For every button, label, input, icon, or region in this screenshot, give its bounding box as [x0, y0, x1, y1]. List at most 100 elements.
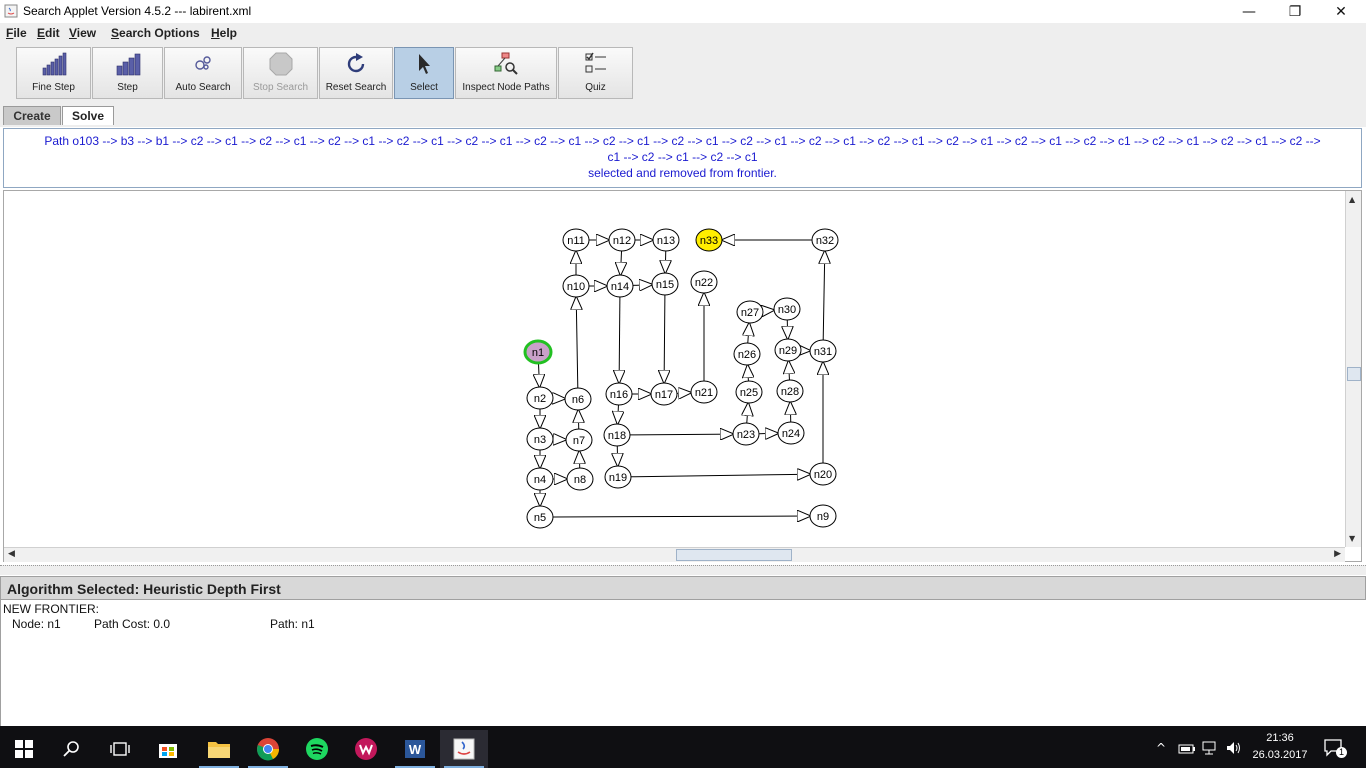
chevron-up-icon[interactable]: ^ [1156, 741, 1166, 755]
edge-n12-n14[interactable] [620, 250, 621, 275]
tab-solve[interactable]: Solve [62, 106, 114, 125]
node-n20[interactable]: n20 [809, 462, 837, 486]
node-n9[interactable]: n9 [809, 504, 837, 528]
menu-help[interactable]: Help [211, 26, 237, 40]
chrome-icon[interactable] [244, 730, 292, 768]
menu-edit[interactable]: Edit [37, 26, 60, 40]
node-n16[interactable]: n16 [605, 382, 633, 406]
graph-canvas[interactable]: n1 n2 n3 n4 n5 n6 n7 n8 n9 n10 n11 n12 n13 n14 n15 n16 n… [3, 190, 1362, 562]
reset-search-button[interactable]: Reset Search [319, 47, 393, 99]
node-n21[interactable]: n21 [690, 380, 718, 404]
scroll-right-icon[interactable]: ▶ [1334, 549, 1341, 559]
minimize-button[interactable]: — [1226, 0, 1272, 23]
node-n33[interactable]: n33 [695, 228, 723, 252]
edge-n19-n20[interactable] [630, 474, 810, 477]
edge-n1-n2[interactable] [538, 362, 539, 387]
task-view-icon[interactable] [96, 730, 144, 768]
node-n4[interactable]: n4 [526, 467, 554, 491]
node-n30[interactable]: n30 [773, 297, 801, 321]
word-icon[interactable]: W [391, 730, 439, 768]
node-n6[interactable]: n6 [564, 387, 592, 411]
node-label-n1: n1 [532, 347, 544, 359]
edge-n14-n16[interactable] [619, 296, 620, 383]
edge-n28-n29[interactable] [789, 361, 790, 381]
clock[interactable]: 21:36 26.03.2017 [1246, 730, 1314, 766]
node-n25[interactable]: n25 [735, 380, 763, 404]
edge-n25-n26[interactable] [748, 365, 749, 382]
java-icon[interactable] [440, 730, 488, 768]
edge-n6-n10[interactable] [576, 297, 578, 389]
edge-n13-n15[interactable] [665, 250, 666, 273]
node-n11[interactable]: n11 [562, 228, 590, 252]
menu-view[interactable]: View [69, 26, 96, 40]
node-n26[interactable]: n26 [733, 342, 761, 366]
edge-n15-n17[interactable] [664, 294, 665, 383]
vertical-scroll-thumb[interactable] [1347, 367, 1361, 381]
tab-create[interactable]: Create [3, 106, 61, 125]
store-icon[interactable] [144, 730, 192, 768]
node-n23[interactable]: n23 [732, 422, 760, 446]
node-n10[interactable]: n10 [562, 274, 590, 298]
node-n17[interactable]: n17 [650, 382, 678, 406]
wondershare-icon[interactable] [342, 730, 390, 768]
edge-n31-n32[interactable] [823, 251, 825, 341]
node-label-n31: n31 [814, 346, 832, 358]
search-icon[interactable] [48, 730, 96, 768]
edge-n16-n18[interactable] [618, 404, 619, 424]
horizontal-scrollbar[interactable]: ◀ ▶ [4, 547, 1345, 562]
maximize-button[interactable]: ❐ [1272, 0, 1318, 23]
stop-search-button[interactable]: Stop Search [243, 47, 318, 99]
node-n19[interactable]: n19 [604, 465, 632, 489]
node-n32[interactable]: n32 [811, 228, 839, 252]
spotify-icon[interactable] [293, 730, 341, 768]
node-n28[interactable]: n28 [776, 379, 804, 403]
windows-start-icon[interactable] [0, 730, 48, 768]
vertical-scrollbar[interactable]: ▲ ▼ [1345, 191, 1361, 547]
node-n5[interactable]: n5 [526, 505, 554, 529]
scroll-left-icon[interactable]: ◀ [8, 549, 15, 559]
node-n15[interactable]: n15 [651, 272, 679, 296]
node-n24[interactable]: n24 [777, 421, 805, 445]
edge-n5-n9[interactable] [552, 516, 810, 517]
node-n29[interactable]: n29 [774, 338, 802, 362]
edge-n27-n30[interactable] [763, 310, 774, 311]
search-graph[interactable]: n1 n2 n3 n4 n5 n6 n7 n8 n9 n10 n11 n12 n13 n14 n15 n16 n… [4, 191, 1346, 547]
node-n1[interactable]: n1 [523, 339, 553, 365]
volume-icon[interactable] [1226, 740, 1242, 759]
quiz-button[interactable]: Quiz [558, 47, 633, 99]
node-n7[interactable]: n7 [565, 428, 593, 452]
auto-search-button[interactable]: Auto Search [164, 47, 242, 99]
horizontal-scroll-thumb[interactable] [676, 549, 792, 561]
notifications-icon[interactable]: 1 [1324, 739, 1347, 761]
node-n22[interactable]: n22 [690, 270, 718, 294]
edge-n23-n25[interactable] [747, 403, 748, 424]
algorithm-header: Algorithm Selected: Heuristic Depth Firs… [0, 576, 1366, 600]
menu-file[interactable]: File [6, 26, 27, 40]
node-n14[interactable]: n14 [606, 274, 634, 298]
node-n2[interactable]: n2 [526, 386, 554, 410]
scroll-down-icon[interactable]: ▼ [1349, 534, 1355, 543]
step-button[interactable]: Step [92, 47, 163, 99]
node-n18[interactable]: n18 [603, 423, 631, 447]
file-explorer-icon[interactable] [195, 730, 243, 768]
network-icon[interactable] [1202, 740, 1220, 759]
edge-n14-n15[interactable] [632, 285, 652, 286]
edge-n18-n23[interactable] [629, 434, 733, 435]
node-n3[interactable]: n3 [526, 427, 554, 451]
node-n8[interactable]: n8 [566, 467, 594, 491]
node-n31[interactable]: n31 [809, 339, 837, 363]
node-n13[interactable]: n13 [652, 228, 680, 252]
close-button[interactable]: ✕ [1318, 0, 1364, 23]
node-n12[interactable]: n12 [608, 228, 636, 252]
node-n27[interactable]: n27 [736, 300, 764, 324]
menu-search-options[interactable]: Search Options [111, 26, 200, 40]
scroll-up-icon[interactable]: ▲ [1349, 195, 1355, 204]
split-divider[interactable] [0, 565, 1366, 575]
edge-n17-n21[interactable] [676, 393, 691, 394]
node-label-n17: n17 [655, 389, 673, 401]
battery-icon[interactable] [1178, 740, 1196, 759]
select-button[interactable]: Select [394, 47, 454, 99]
edge-n26-n27[interactable] [748, 323, 749, 344]
inspect-node-paths-button[interactable]: Inspect Node Paths [455, 47, 557, 99]
fine-step-button[interactable]: Fine Step [16, 47, 91, 99]
